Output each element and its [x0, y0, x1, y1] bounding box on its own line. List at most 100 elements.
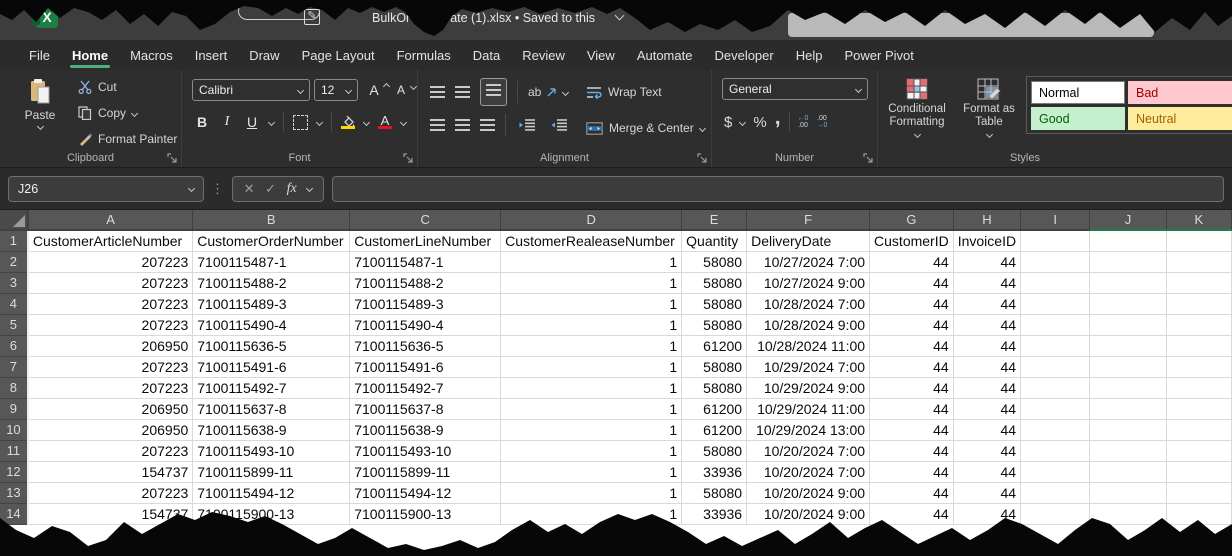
cell-F5[interactable]: 10/28/2024 9:00: [747, 314, 870, 335]
cell-G13[interactable]: 44: [870, 482, 954, 503]
cell-F10[interactable]: 10/29/2024 13:00: [747, 419, 870, 440]
shrink-font-button[interactable]: A: [393, 78, 416, 102]
column-header-J[interactable]: J: [1090, 210, 1166, 230]
decrease-decimal-button[interactable]: .00 →0: [816, 115, 827, 129]
tab-developer[interactable]: Developer: [703, 40, 784, 70]
number-dialog-launcher-icon[interactable]: [863, 153, 873, 163]
cell-H14[interactable]: 44: [953, 503, 1020, 524]
cell-F3[interactable]: 10/27/2024 9:00: [747, 272, 870, 293]
cell-K2[interactable]: [1166, 251, 1231, 272]
enter-button[interactable]: ✓: [265, 181, 276, 197]
cell-I11[interactable]: [1021, 440, 1090, 461]
cell-D14[interactable]: 1: [501, 503, 682, 524]
clipboard-dialog-launcher-icon[interactable]: [167, 153, 177, 163]
cell-A5[interactable]: 207223: [28, 314, 193, 335]
cell-J2[interactable]: [1090, 251, 1166, 272]
cell-F4[interactable]: 10/28/2024 7:00: [747, 293, 870, 314]
tab-file[interactable]: File: [18, 40, 61, 70]
cell-J7[interactable]: [1090, 356, 1166, 377]
cell-C8[interactable]: 7100115492-7: [350, 377, 501, 398]
cell-A6[interactable]: 206950: [28, 335, 193, 356]
select-all-corner[interactable]: [0, 210, 28, 230]
percent-button[interactable]: %: [753, 114, 766, 131]
cell-A9[interactable]: 206950: [28, 398, 193, 419]
cell-G7[interactable]: 44: [870, 356, 954, 377]
cell-E2[interactable]: 58080: [682, 251, 747, 272]
cell-C2[interactable]: 7100115487-1: [350, 251, 501, 272]
cell-G12[interactable]: 44: [870, 461, 954, 482]
cell-C14[interactable]: 7100115900-13: [350, 503, 501, 524]
cell-D7[interactable]: 1: [501, 356, 682, 377]
cell-A14[interactable]: 154737: [28, 503, 193, 524]
cell-F13[interactable]: 10/20/2024 9:00: [747, 482, 870, 503]
cell-H2[interactable]: 44: [953, 251, 1020, 272]
row-header-14[interactable]: 14: [0, 503, 28, 524]
cell-B8[interactable]: 7100115492-7: [193, 377, 350, 398]
row-header-4[interactable]: 4: [0, 293, 28, 314]
cell-A10[interactable]: 206950: [28, 419, 193, 440]
column-header-K[interactable]: K: [1166, 210, 1231, 230]
row-header-13[interactable]: 13: [0, 482, 28, 503]
tab-data[interactable]: Data: [462, 40, 511, 70]
cell-G2[interactable]: 44: [870, 251, 954, 272]
bottom-align-button[interactable]: [480, 78, 507, 106]
cell-F1[interactable]: DeliveryDate: [747, 230, 870, 251]
cell-I7[interactable]: [1021, 356, 1090, 377]
cell-J8[interactable]: [1090, 377, 1166, 398]
cell-C6[interactable]: 7100115636-5: [350, 335, 501, 356]
cell-A2[interactable]: 207223: [28, 251, 193, 272]
cell-G5[interactable]: 44: [870, 314, 954, 335]
conditional-formatting-button[interactable]: Conditional Formatting: [880, 78, 954, 137]
cell-B5[interactable]: 7100115490-4: [193, 314, 350, 335]
cell-B14[interactable]: 7100115900-13: [193, 503, 350, 524]
cell-I2[interactable]: [1021, 251, 1090, 272]
row-header-11[interactable]: 11: [0, 440, 28, 461]
tab-page-layout[interactable]: Page Layout: [291, 40, 386, 70]
cell-E14[interactable]: 33936: [682, 503, 747, 524]
cell-J9[interactable]: [1090, 398, 1166, 419]
cell-B11[interactable]: 7100115493-10: [193, 440, 350, 461]
cell-B12[interactable]: 7100115899-11: [193, 461, 350, 482]
cell-G4[interactable]: 44: [870, 293, 954, 314]
row-header-6[interactable]: 6: [0, 335, 28, 356]
cell-D10[interactable]: 1: [501, 419, 682, 440]
cell-E8[interactable]: 58080: [682, 377, 747, 398]
borders-chevron-icon[interactable]: [316, 118, 323, 125]
cell-B9[interactable]: 7100115637-8: [193, 398, 350, 419]
row-header-2[interactable]: 2: [0, 251, 28, 272]
cell-E3[interactable]: 58080: [682, 272, 747, 293]
cell-J12[interactable]: [1090, 461, 1166, 482]
borders-button[interactable]: [293, 115, 308, 130]
cell-D2[interactable]: 1: [501, 251, 682, 272]
cell-G11[interactable]: 44: [870, 440, 954, 461]
cell-I10[interactable]: [1021, 419, 1090, 440]
cell-I13[interactable]: [1021, 482, 1090, 503]
tab-home[interactable]: Home: [61, 40, 119, 70]
column-header-A[interactable]: A: [28, 210, 193, 230]
cell-A13[interactable]: 207223: [28, 482, 193, 503]
cell-E1[interactable]: Quantity: [682, 230, 747, 251]
cell-F6[interactable]: 10/28/2024 11:00: [747, 335, 870, 356]
cell-G10[interactable]: 44: [870, 419, 954, 440]
cell-K14[interactable]: [1166, 503, 1231, 524]
tab-power-pivot[interactable]: Power Pivot: [833, 40, 924, 70]
font-dialog-launcher-icon[interactable]: [403, 153, 413, 163]
cell-H3[interactable]: 44: [953, 272, 1020, 293]
cell-B1[interactable]: CustomerOrderNumber: [193, 230, 350, 251]
cell-A12[interactable]: 154737: [28, 461, 193, 482]
cell-J4[interactable]: [1090, 293, 1166, 314]
cell-I9[interactable]: [1021, 398, 1090, 419]
cell-J10[interactable]: [1090, 419, 1166, 440]
style-chip-bad[interactable]: Bad: [1128, 81, 1232, 104]
cell-D3[interactable]: 1: [501, 272, 682, 293]
cell-K9[interactable]: [1166, 398, 1231, 419]
search-box[interactable]: [788, 13, 1154, 37]
font-name-combo[interactable]: Calibri: [192, 79, 310, 101]
cancel-button[interactable]: ✕: [244, 181, 255, 197]
tab-macros[interactable]: Macros: [119, 40, 184, 70]
cell-K10[interactable]: [1166, 419, 1231, 440]
cell-C5[interactable]: 7100115490-4: [350, 314, 501, 335]
column-header-I[interactable]: I: [1021, 210, 1090, 230]
cell-B4[interactable]: 7100115489-3: [193, 293, 350, 314]
cell-K11[interactable]: [1166, 440, 1231, 461]
